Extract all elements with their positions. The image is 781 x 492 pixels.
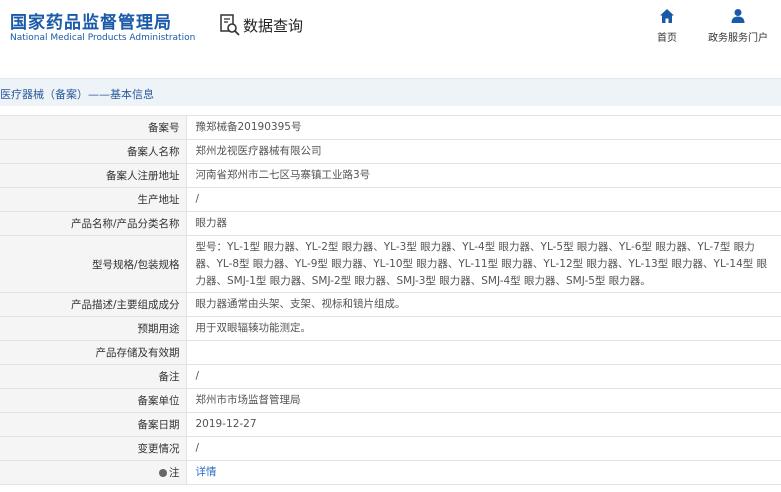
table-row: 变更情况 / bbox=[0, 436, 781, 461]
field-value: 河南省郑州市二七区马寨镇工业路3号 bbox=[186, 163, 781, 188]
table-row: 备案日期 2019-12-27 bbox=[0, 412, 781, 437]
table-row: 备案人注册地址 河南省郑州市二七区马寨镇工业路3号 bbox=[0, 163, 781, 188]
user-icon bbox=[703, 8, 773, 28]
logo-title-cn[interactable]: 国家药品监督管理局 bbox=[10, 8, 172, 33]
field-value: 眼力器通常由头架、支架、视标和镜片组成。 bbox=[186, 292, 781, 317]
field-label: 备案单位 bbox=[0, 388, 187, 413]
nav-service-portal[interactable]: 政务服务门户 bbox=[703, 8, 773, 44]
table-row: 型号规格/包装规格 型号：YL-1型 眼力器、YL-2型 眼力器、YL-3型 眼… bbox=[0, 235, 781, 293]
field-label: 备案人名称 bbox=[0, 139, 187, 164]
field-value: 用于双眼辐辏功能测定。 bbox=[186, 316, 781, 341]
field-value: 2019-12-27 bbox=[186, 412, 781, 437]
table-row: 备案号 豫郑械备20190395号 bbox=[0, 115, 781, 140]
site-header: 国家药品监督管理局 National Medical Products Admi… bbox=[0, 0, 781, 64]
field-value bbox=[186, 340, 781, 365]
details-link[interactable]: 详情 bbox=[196, 466, 217, 478]
data-query-title: 数据查询 bbox=[220, 13, 303, 37]
field-label: 备注 bbox=[0, 364, 187, 389]
field-label: 备案号 bbox=[0, 115, 187, 140]
field-value: 豫郑械备20190395号 bbox=[186, 115, 781, 140]
record-info-table: 备案号 豫郑械备20190395号 备案人名称 郑州龙视医疗器械有限公司 备案人… bbox=[0, 115, 781, 485]
home-icon bbox=[650, 8, 684, 28]
table-row: 产品存储及有效期 bbox=[0, 340, 781, 365]
field-label: 备案人注册地址 bbox=[0, 163, 187, 188]
nav-service-portal-label: 政务服务门户 bbox=[708, 33, 768, 44]
field-label: 预期用途 bbox=[0, 316, 187, 341]
field-value: 郑州龙视医疗器械有限公司 bbox=[186, 139, 781, 164]
field-label: 产品存储及有效期 bbox=[0, 340, 187, 365]
field-value: / bbox=[186, 436, 781, 461]
note-label-cell: 注 bbox=[0, 460, 187, 485]
field-label: 变更情况 bbox=[0, 436, 187, 461]
field-label: 产品名称/产品分类名称 bbox=[0, 211, 187, 236]
pin-icon bbox=[159, 469, 167, 477]
field-value: / bbox=[186, 364, 781, 389]
breadcrumb: 医疗器械（备案）——基本信息 bbox=[0, 88, 154, 101]
table-row: 备案单位 郑州市市场监督管理局 bbox=[0, 388, 781, 413]
field-label: 型号规格/包装规格 bbox=[0, 235, 187, 293]
table-row: 备注 / bbox=[0, 364, 781, 389]
table-row: 产品描述/主要组成成分 眼力器通常由头架、支架、视标和镜片组成。 bbox=[0, 292, 781, 317]
field-value: / bbox=[186, 187, 781, 212]
field-value: 详情 bbox=[186, 460, 781, 485]
nav-home-label: 首页 bbox=[657, 33, 677, 44]
breadcrumb-bar: 医疗器械（备案）——基本信息 bbox=[0, 78, 781, 106]
field-label: 生产地址 bbox=[0, 187, 187, 212]
document-search-icon bbox=[220, 14, 240, 36]
table-row: 备案人名称 郑州龙视医疗器械有限公司 bbox=[0, 139, 781, 164]
field-value: 郑州市市场监督管理局 bbox=[186, 388, 781, 413]
field-value: 眼力器 bbox=[186, 211, 781, 236]
field-label: 注 bbox=[169, 467, 180, 479]
field-label: 备案日期 bbox=[0, 412, 187, 437]
table-row: 生产地址 / bbox=[0, 187, 781, 212]
field-value: 型号：YL-1型 眼力器、YL-2型 眼力器、YL-3型 眼力器、YL-4型 眼… bbox=[186, 235, 781, 293]
table-row: 预期用途 用于双眼辐辏功能测定。 bbox=[0, 316, 781, 341]
nav-home[interactable]: 首页 bbox=[650, 8, 684, 44]
field-label: 产品描述/主要组成成分 bbox=[0, 292, 187, 317]
logo-title-en[interactable]: National Medical Products Administration bbox=[10, 33, 195, 43]
table-row: 产品名称/产品分类名称 眼力器 bbox=[0, 211, 781, 236]
table-row: 注 详情 bbox=[0, 460, 781, 485]
data-query-label: 数据查询 bbox=[243, 16, 304, 35]
